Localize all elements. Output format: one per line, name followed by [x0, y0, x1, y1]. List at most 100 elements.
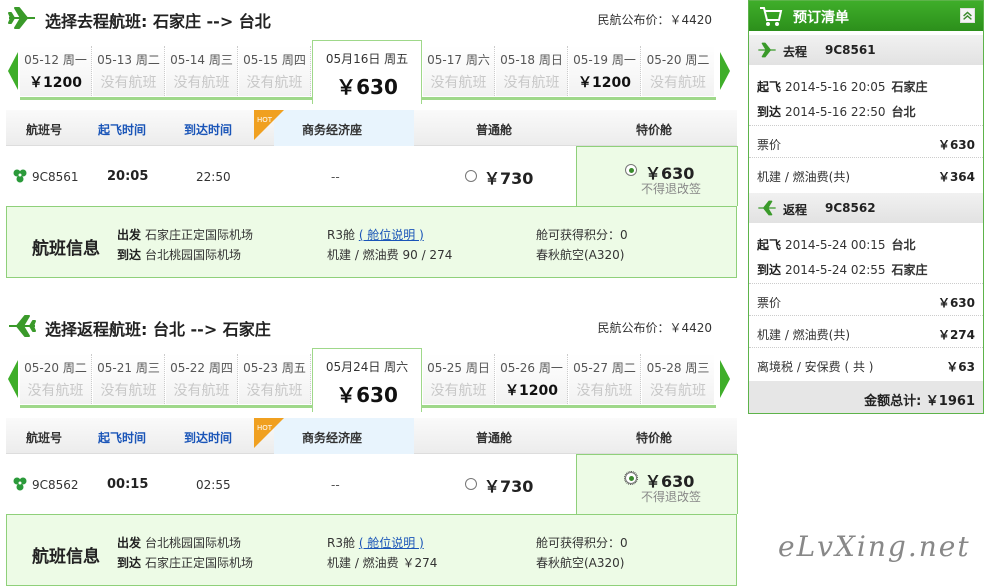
- special-radio[interactable]: [625, 164, 637, 176]
- business-price: --: [331, 478, 340, 492]
- economy-radio[interactable]: [465, 478, 477, 490]
- outbound-header: 选择去程航班: 石家庄 --> 台北 民航公布价：￥4420: [0, 0, 740, 34]
- dep-airport: 石家庄正定国际机场: [145, 228, 254, 242]
- col-dep-time[interactable]: 起飞时间: [98, 121, 146, 138]
- flight-info-title: 航班信息: [32, 547, 100, 567]
- date-cell[interactable]: 05-22 周四 没有航班: [166, 354, 238, 404]
- outbound-flight-number: 9C8561: [825, 43, 876, 57]
- date-cell[interactable]: 05-26 周一 ￥1200: [496, 354, 568, 404]
- outbound-date-strip: 05-12 周一 ￥1200 05-13 周二 没有航班 05-14 周三 没有航班 …: [0, 36, 740, 104]
- departure-time: 20:05: [107, 169, 149, 184]
- booking-summary-header: 预订清单: [749, 1, 983, 31]
- airline-logo-icon: [13, 477, 27, 491]
- arrival-time: 02:55: [196, 478, 231, 492]
- col-dep-time[interactable]: 起飞时间: [98, 429, 146, 446]
- date-cell[interactable]: 05-21 周三 没有航班: [93, 354, 165, 404]
- date-cell[interactable]: 05-13 周二 没有航班: [93, 46, 165, 96]
- special-note: 不得退改签: [641, 182, 702, 196]
- economy-radio[interactable]: [465, 170, 477, 182]
- departure-tax: 离境税 / 安保费 ( 共 ) ￥63: [757, 360, 975, 374]
- flight-row: 9C8562 00:15 02:55 -- ￥730 ￥630 不得退改签: [6, 454, 738, 514]
- collapse-icon[interactable]: [960, 8, 975, 23]
- date-cell-selected[interactable]: 05月16日 周五 ￥630: [312, 40, 422, 104]
- hot-badge-icon: HOT: [254, 110, 284, 140]
- return-leg-header: 返程 9C8562: [749, 193, 983, 223]
- special-fare-box[interactable]: ￥630 不得退改签: [576, 146, 738, 206]
- return-header: 选择返程航班: 台北 --> 石家庄 民航公布价：￥4420: [0, 308, 740, 342]
- date-cell[interactable]: 05-15 周四 没有航班: [239, 46, 311, 96]
- carrier: 春秋航空(A320): [536, 556, 625, 570]
- outbound-public-price: 民航公布价：￥4420: [597, 13, 712, 27]
- date-cell[interactable]: 05-12 周一 ￥1200: [20, 46, 92, 96]
- col-business: 商务经济座: [302, 431, 363, 445]
- svg-text:HOT: HOT: [257, 116, 273, 124]
- date-cell[interactable]: 05-18 周日 没有航班: [496, 46, 568, 96]
- cabin-info-link[interactable]: ( 舱位说明 ): [359, 228, 424, 242]
- fees: 机建 / 燃油费 ￥274: [327, 556, 438, 570]
- col-business: 商务经济座: [302, 123, 363, 137]
- col-special: 特价舱: [636, 123, 673, 137]
- business-price: --: [331, 170, 340, 184]
- plane-landing-icon: [758, 200, 776, 216]
- points: 舱可获得积分：0: [536, 228, 628, 242]
- col-economy: 普通舱: [476, 431, 513, 445]
- prev-dates-arrow-icon[interactable]: [6, 358, 20, 400]
- date-cell[interactable]: 05-20 周二 没有航班: [20, 354, 92, 404]
- col-special: 特价舱: [636, 431, 673, 445]
- date-cell[interactable]: 05-20 周二 没有航班: [642, 46, 714, 96]
- return-fare: 票价 ￥630: [757, 296, 975, 310]
- special-note: 不得退改签: [641, 490, 702, 504]
- date-cell[interactable]: 05-14 周三 没有航班: [166, 46, 238, 96]
- return-table-header: HOT 航班号 起飞时间 到达时间 商务经济座 普通舱 特价舱: [6, 418, 737, 454]
- date-cell[interactable]: 05-28 周三 没有航班: [642, 354, 714, 404]
- outbound-leg-header: 去程 9C8561: [749, 35, 983, 65]
- total-amount: 金额总计: ￥1961: [749, 381, 983, 413]
- cabin-info-link[interactable]: ( 舱位说明 ): [359, 536, 424, 550]
- shopping-cart-icon: [760, 7, 783, 26]
- departure-time: 00:15: [107, 477, 149, 492]
- flight-info-panel: 航班信息 出发 石家庄正定国际机场 到达 台北桃园国际机场 R3舱 ( 舱位说明 )…: [6, 206, 737, 278]
- flight-info-title: 航班信息: [32, 239, 100, 259]
- plane-takeoff-icon: [8, 7, 35, 29]
- cabin-class: R3舱: [327, 536, 355, 550]
- date-cell[interactable]: 05-27 周二 没有航班: [569, 354, 641, 404]
- economy-price: ￥730: [484, 169, 534, 188]
- return-flight-number: 9C8562: [825, 201, 876, 215]
- points: 舱可获得积分：0: [536, 536, 628, 550]
- outbound-table-header: HOT 航班号 起飞时间 到达时间 商务经济座 普通舱 特价舱: [6, 110, 737, 146]
- next-dates-arrow-icon[interactable]: [718, 50, 732, 92]
- arr-airport: 台北桃园国际机场: [145, 248, 242, 262]
- date-cell-selected[interactable]: 05月24日 周六 ￥630: [312, 348, 422, 412]
- booking-summary-title: 预订清单: [793, 10, 849, 26]
- outbound-tax: 机建 / 燃油费(共) ￥364: [757, 170, 975, 184]
- plane-landing-icon: [9, 315, 36, 337]
- next-dates-arrow-icon[interactable]: [718, 358, 732, 400]
- date-cell[interactable]: 05-19 周一 ￥1200: [569, 46, 641, 96]
- svg-text:HOT: HOT: [257, 424, 273, 432]
- prev-dates-arrow-icon[interactable]: [6, 50, 20, 92]
- flight-row: 9C8561 20:05 22:50 -- ￥730 ￥630 不得退改签: [6, 146, 738, 206]
- outbound-fare: 票价 ￥630: [757, 138, 975, 152]
- col-economy: 普通舱: [476, 123, 513, 137]
- arrival-time: 22:50: [196, 170, 231, 184]
- col-arr-time[interactable]: 到达时间: [184, 121, 232, 138]
- col-flight-no: 航班号: [26, 123, 63, 137]
- cabin-class: R3舱: [327, 228, 355, 242]
- date-cell[interactable]: 05-17 周六 没有航班: [423, 46, 495, 96]
- col-arr-time[interactable]: 到达时间: [184, 429, 232, 446]
- flight-number: 9C8562: [32, 478, 79, 492]
- economy-price: ￥730: [484, 477, 534, 496]
- date-cell[interactable]: 05-25 周日 没有航班: [423, 354, 495, 404]
- flight-number: 9C8561: [32, 170, 79, 184]
- dep-airport: 台北桃园国际机场: [145, 536, 242, 550]
- outbound-title: 选择去程航班: 石家庄 --> 台北: [45, 12, 271, 31]
- special-fare-box[interactable]: ￥630 不得退改签: [576, 454, 738, 514]
- special-radio[interactable]: [624, 471, 638, 485]
- hot-badge-icon: HOT: [254, 418, 284, 448]
- date-cell[interactable]: 05-23 周五 没有航班: [239, 354, 311, 404]
- carrier: 春秋航空(A320): [536, 248, 625, 262]
- return-tax: 机建 / 燃油费(共) ￥274: [757, 328, 975, 342]
- booking-summary-panel: 预订清单 去程 9C8561 起飞 2014-5-16 20:05 石家庄 到达 20…: [748, 0, 984, 414]
- return-title: 选择返程航班: 台北 --> 石家庄: [45, 320, 271, 339]
- col-flight-no: 航班号: [26, 431, 63, 445]
